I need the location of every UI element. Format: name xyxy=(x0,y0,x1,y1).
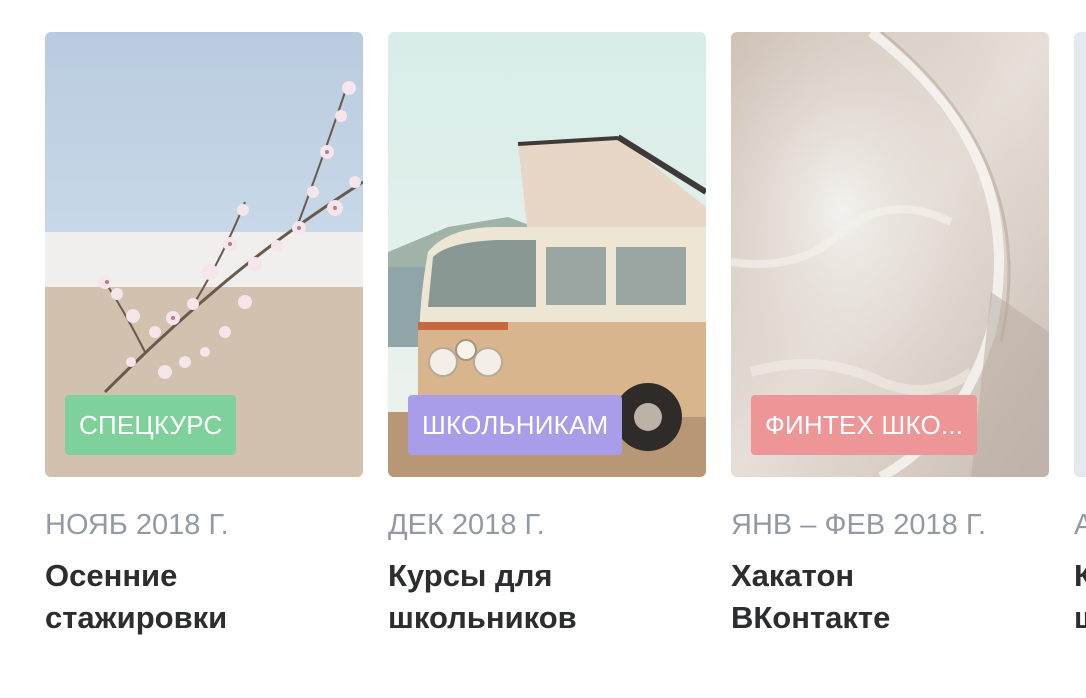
event-card-autumn-internships[interactable]: СПЕЦКУРС НОЯБ 2018 Г. Осенние стажировки xyxy=(45,32,363,639)
card-date: ЯНВ – ФЕВ 2018 Г. xyxy=(731,509,987,541)
event-card-partial[interactable]: А К ш xyxy=(1074,32,1086,639)
card-date: ДЕК 2018 Г. xyxy=(388,509,545,541)
card-date: А xyxy=(1074,509,1086,541)
card-title[interactable]: Осенние стажировки xyxy=(45,555,363,639)
card-title[interactable]: Хакатон ВКонтакте xyxy=(731,555,1049,639)
card-title-line: ш xyxy=(1074,597,1086,639)
card-title-line: К xyxy=(1074,558,1086,593)
card-category-tag: ШКОЛЬНИКАМ xyxy=(408,395,623,455)
card-cover-image[interactable]: ФИНТЕХ ШКО... xyxy=(731,32,1049,477)
card-title-line: школьников xyxy=(388,600,577,635)
card-cover-image[interactable]: ШКОЛЬНИКАМ xyxy=(388,32,706,477)
card-title-line: стажировки xyxy=(45,600,228,635)
event-cards-carousel: СПЕЦКУРС НОЯБ 2018 Г. Осенние стажировки xyxy=(0,0,1086,698)
card-cover-image[interactable]: СПЕЦКУРС xyxy=(45,32,363,477)
card-cover-image[interactable] xyxy=(1074,32,1086,477)
card-title-line: Курсы для xyxy=(388,558,553,593)
card-category-tag: СПЕЦКУРС xyxy=(65,395,237,455)
card-date: НОЯБ 2018 Г. xyxy=(45,509,229,541)
card-title-line: Хакатон xyxy=(731,558,855,593)
card-title-line: Осенние xyxy=(45,558,178,593)
event-card-school-courses[interactable]: ШКОЛЬНИКАМ ДЕК 2018 Г. Курсы для школьни… xyxy=(388,32,706,639)
card-category-tag: ФИНТЕХ ШКО... xyxy=(751,395,978,455)
card-title-line: ВКонтакте xyxy=(731,600,891,635)
event-card-vk-hackathon[interactable]: ФИНТЕХ ШКО... ЯНВ – ФЕВ 2018 Г. Хакатон … xyxy=(731,32,1049,639)
card-title[interactable]: Курсы для школьников xyxy=(388,555,706,639)
card-title[interactable]: К ш xyxy=(1074,555,1086,639)
